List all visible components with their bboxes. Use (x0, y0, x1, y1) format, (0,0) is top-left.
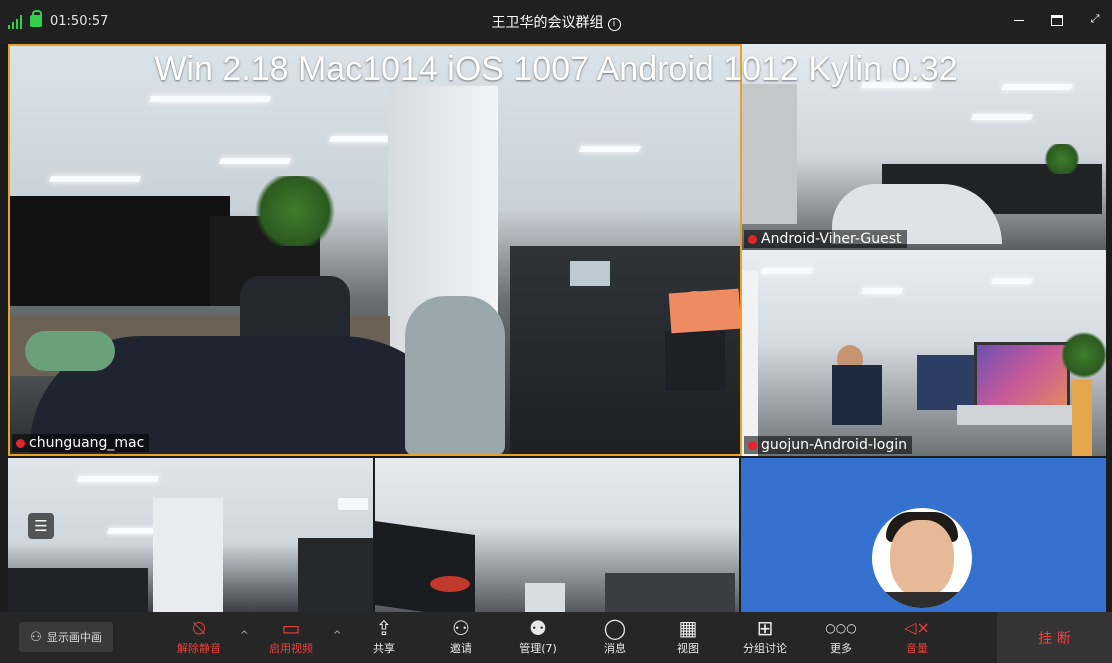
video-tile-right-top[interactable]: Android-Viher-Guest (742, 44, 1106, 250)
video-feed (742, 250, 1106, 456)
window-controls: ⤢ (1012, 12, 1102, 28)
video-off-icon: ▭ (281, 616, 301, 640)
volume-button[interactable]: ◁× 音量 (887, 616, 947, 656)
share-button[interactable]: ⇪ 共享 (354, 616, 414, 656)
view-icon: ▦ (678, 616, 698, 640)
hang-up-button[interactable]: 挂 断 (997, 612, 1112, 663)
video-feed (742, 44, 1106, 250)
start-video-button[interactable]: ▭ 启用视频 (261, 616, 321, 656)
unmute-button[interactable]: ⍉ 解除静音 (169, 616, 229, 656)
mic-muted-icon (16, 438, 25, 448)
video-feed (8, 458, 373, 612)
video-tile-avatar[interactable] (741, 458, 1106, 612)
invite-icon: ⚇ (452, 616, 470, 640)
video-feed (10, 46, 740, 454)
minimize-icon[interactable] (1012, 12, 1026, 28)
more-button[interactable]: ○○○ 更多 (811, 616, 871, 656)
message-icon: ◯ (603, 616, 627, 640)
participant-name: Android-Viher-Guest (761, 231, 902, 247)
more-icon: ○○○ (825, 621, 857, 635)
video-feed (375, 458, 739, 612)
picture-in-picture-button[interactable]: ⚇ 显示画中画 (19, 622, 113, 652)
video-tile-bottom-left[interactable] (8, 458, 373, 612)
participant-name: guojun-Android-login (761, 437, 907, 453)
manage-participants-icon: ⚉ (529, 616, 547, 640)
title-bar: 01:50:57 王卫华的会议群组 i ⤢ (0, 0, 1112, 44)
person-icon: ⚇ (30, 629, 42, 645)
breakout-rooms-button[interactable]: ⊞ 分组讨论 (735, 616, 795, 656)
participant-avatar (872, 508, 972, 608)
manage-participants-button[interactable]: ⚉ 管理(7) (508, 616, 568, 656)
participant-name-tag: chunguang_mac (12, 434, 150, 452)
view-button[interactable]: ▦ 视图 (658, 616, 718, 656)
breakout-icon: ⊞ (756, 616, 774, 640)
mic-muted-icon: ⍉ (193, 616, 205, 640)
participant-name-tag: guojun-Android-login (744, 436, 912, 454)
video-tile-main[interactable]: chunguang_mac (8, 44, 742, 456)
message-button[interactable]: ◯ 消息 (585, 616, 645, 656)
meeting-title-text: 王卫华的会议群组 (491, 15, 604, 31)
video-tile-bottom-middle[interactable] (375, 458, 739, 612)
info-icon[interactable]: i (607, 18, 621, 31)
participant-name-tag: Android-Viher-Guest (744, 230, 907, 248)
meeting-window: 01:50:57 王卫华的会议群组 i ⤢ chunguang_mac Andr… (0, 0, 1112, 663)
meeting-toolbar: ⚇ 显示画中画 ⍉ 解除静音 ^ ▭ 启用视频 ^ ⇪ 共享 ⚇ 邀请 ⚉ 管理… (0, 612, 1112, 663)
picture-in-picture-label: 显示画中画 (46, 631, 102, 644)
exit-fullscreen-icon[interactable]: ⤢ (1088, 12, 1102, 28)
share-icon: ⇪ (375, 616, 393, 640)
maximize-icon[interactable] (1050, 12, 1064, 28)
meeting-title[interactable]: 王卫华的会议群组 i (0, 12, 1112, 32)
video-tile-right-middle[interactable]: guojun-Android-login (742, 250, 1106, 456)
mic-muted-icon (748, 440, 757, 450)
mic-muted-icon (748, 234, 757, 244)
participant-list-icon[interactable]: ☰ (28, 513, 54, 539)
invite-button[interactable]: ⚇ 邀请 (431, 616, 491, 656)
audio-options-chevron-icon[interactable]: ^ (240, 630, 248, 641)
speaker-muted-icon: ◁× (904, 618, 930, 637)
video-options-chevron-icon[interactable]: ^ (333, 630, 341, 641)
participant-name: chunguang_mac (29, 435, 145, 451)
